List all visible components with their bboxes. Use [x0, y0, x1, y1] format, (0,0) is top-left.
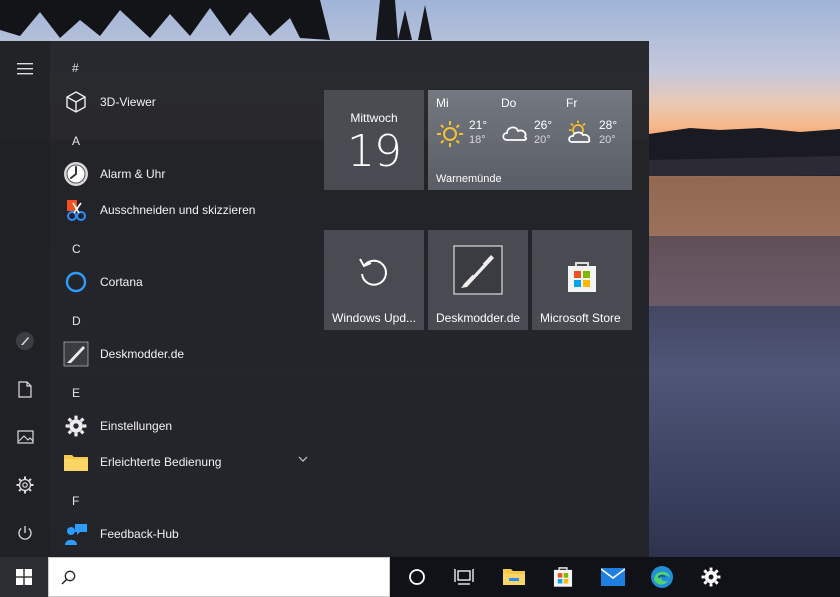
- rail-power-button[interactable]: [0, 510, 50, 556]
- taskbar: [0, 557, 840, 597]
- app-label: Alarm & Uhr: [100, 167, 166, 181]
- group-letter-f[interactable]: F: [72, 494, 79, 508]
- weather-high: 28°: [599, 118, 618, 132]
- search-input[interactable]: [83, 567, 383, 589]
- settings-icon: [701, 567, 721, 587]
- group-letter-c[interactable]: C: [72, 242, 81, 256]
- tile-label: Windows Upd...: [332, 311, 417, 325]
- start-rail: [0, 41, 50, 557]
- rail-deskmodder-button[interactable]: [0, 318, 50, 364]
- app-cortana[interactable]: Cortana: [58, 265, 310, 299]
- tile-microsoft-store[interactable]: Microsoft Store: [532, 230, 632, 330]
- taskbar-settings-button[interactable]: [687, 557, 735, 597]
- refresh-icon: [359, 258, 387, 286]
- weather-high: 21°: [469, 118, 488, 132]
- weather-low: 20°: [534, 134, 551, 146]
- app-deskmodder[interactable]: Deskmodder.de: [58, 337, 310, 371]
- group-letter-hash[interactable]: #: [72, 61, 79, 75]
- calendar-date: 19: [347, 126, 402, 177]
- app-label: Einstellungen: [100, 419, 173, 433]
- tile-windows-update[interactable]: Windows Upd...: [324, 230, 424, 330]
- rail-documents-button[interactable]: [0, 366, 50, 412]
- app-label: 3D-Viewer: [100, 95, 156, 109]
- app-label: Deskmodder.de: [100, 347, 185, 361]
- group-letter-e[interactable]: E: [72, 386, 80, 400]
- app-snip-sketch[interactable]: Ausschneiden und skizzieren: [58, 193, 310, 227]
- taskbar-task-view-button[interactable]: [440, 557, 488, 597]
- snip-icon: [67, 200, 86, 221]
- tile-label: Microsoft Store: [540, 311, 621, 325]
- weather-day-mi: Mi 21° 18°: [436, 96, 500, 147]
- weather-low: 18°: [469, 134, 486, 146]
- power-icon: [18, 526, 32, 540]
- taskbar-mail-button[interactable]: [589, 557, 637, 597]
- gear-icon: [65, 415, 87, 437]
- clock-icon: [64, 162, 88, 186]
- deskmodder-small-icon: [16, 332, 34, 350]
- file-explorer-icon: [503, 569, 525, 585]
- cortana-ring-icon: [65, 271, 87, 293]
- taskbar-edge-button[interactable]: [638, 557, 686, 597]
- pictures-icon: [16, 430, 34, 444]
- rail-settings-button[interactable]: [0, 462, 50, 508]
- brush-icon: [453, 245, 503, 295]
- weather-low: 20°: [599, 134, 616, 146]
- tile-deskmodder[interactable]: Deskmodder.de: [428, 230, 528, 330]
- tile-label: Deskmodder.de: [436, 311, 521, 325]
- app-alarm-uhr[interactable]: Alarm & Uhr: [58, 157, 310, 191]
- weather-day-do: Do 26° 20°: [501, 96, 565, 146]
- calendar-weekday: Mittwoch: [350, 111, 398, 125]
- weather-high: 26°: [534, 118, 553, 132]
- weather-day-fr: Fr 28° 20°: [566, 96, 630, 146]
- folder-icon: [64, 455, 88, 471]
- task-view-icon: [454, 569, 474, 585]
- hamburger-button[interactable]: [0, 46, 50, 92]
- app-3d-viewer[interactable]: 3D-Viewer: [58, 85, 310, 119]
- start-button[interactable]: [0, 557, 48, 597]
- app-label: Feedback-Hub: [100, 527, 179, 541]
- search-icon: [61, 570, 76, 585]
- taskbar-cortana-button[interactable]: [393, 557, 441, 597]
- tile-calendar[interactable]: Mittwoch 19: [324, 90, 424, 190]
- edge-icon: [651, 566, 673, 588]
- windows-logo-icon: [16, 569, 32, 585]
- app-list: # 3D-Viewer A Alarm & Uhr Ausschneiden u…: [50, 41, 312, 557]
- app-folder-accessibility[interactable]: Erleichterte Bedienung: [58, 445, 310, 479]
- cube-icon: [66, 91, 86, 113]
- cloud-icon: [502, 126, 527, 141]
- app-feedback-hub[interactable]: Feedback-Hub: [58, 517, 310, 551]
- group-letter-a[interactable]: A: [72, 134, 80, 148]
- app-label: Erleichterte Bedienung: [100, 455, 222, 469]
- taskbar-search[interactable]: [48, 557, 390, 597]
- start-menu: # 3D-Viewer A Alarm & Uhr Ausschneiden u…: [0, 41, 649, 557]
- weather-day-name: Mi: [436, 96, 449, 110]
- weather-city: Warnemünde: [436, 173, 502, 185]
- partly-cloudy-icon: [568, 120, 591, 143]
- tile-weather[interactable]: Mi 21° 18° Do 26° 20° Fr 28° 20° Warnemü…: [428, 90, 632, 190]
- taskbar-store-button[interactable]: [539, 557, 587, 597]
- brush-icon: [63, 341, 89, 367]
- group-letter-d[interactable]: D: [72, 314, 81, 328]
- mail-icon: [601, 568, 625, 586]
- weather-day-name: Fr: [566, 96, 578, 110]
- hamburger-icon: [17, 63, 33, 75]
- cortana-circle-icon: [409, 569, 425, 585]
- app-label: Cortana: [100, 275, 143, 289]
- chevron-down-icon[interactable]: [298, 456, 308, 462]
- store-icon: [553, 567, 573, 587]
- store-bag-icon: [568, 262, 596, 292]
- taskbar-file-explorer-button[interactable]: [490, 557, 538, 597]
- weather-day-name: Do: [501, 96, 517, 110]
- app-einstellungen[interactable]: Einstellungen: [58, 409, 310, 443]
- feedback-person-icon: [65, 524, 87, 545]
- settings-gear-icon: [16, 476, 34, 494]
- documents-icon: [18, 380, 32, 398]
- sun-icon: [437, 121, 463, 147]
- app-label: Ausschneiden und skizzieren: [100, 203, 256, 217]
- rail-pictures-button[interactable]: [0, 414, 50, 460]
